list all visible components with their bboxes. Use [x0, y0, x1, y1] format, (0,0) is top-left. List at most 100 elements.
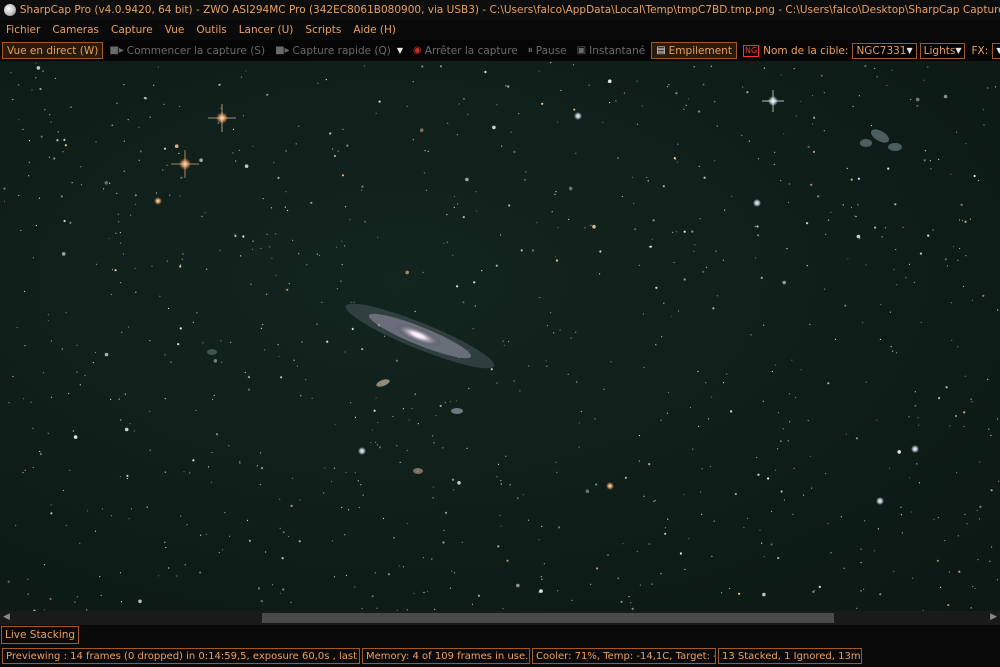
star-point [177, 343, 180, 346]
star-point [443, 242, 445, 244]
star-point [331, 480, 333, 482]
star-point [453, 206, 455, 208]
star-point [888, 467, 891, 469]
target-name-field[interactable]: NGC7331 ▼ [852, 42, 917, 59]
star-point [893, 570, 895, 572]
star-point [506, 559, 509, 562]
star-point [108, 237, 110, 240]
menu-lancer[interactable]: Lancer (U) [233, 24, 300, 36]
star-point [247, 388, 251, 391]
star-point [104, 352, 109, 357]
star-point [329, 132, 332, 135]
star-point [810, 183, 813, 186]
live-image-viewport[interactable] [0, 61, 1000, 611]
quick-capture-button[interactable]: ■▸ Capture rapide (Q) ▼ [271, 42, 407, 59]
star-point [402, 408, 404, 410]
star-point [786, 248, 788, 250]
star-point [527, 519, 530, 521]
star-point [937, 516, 939, 519]
star-point [609, 102, 611, 104]
scroll-right-icon[interactable]: ▶ [990, 612, 997, 622]
star-point [960, 203, 963, 206]
star-point [707, 418, 710, 420]
star-point [298, 540, 301, 543]
star-point [124, 393, 126, 395]
menu-outils[interactable]: Outils [190, 24, 232, 36]
tab-live-stacking[interactable]: Live Stacking [1, 626, 80, 644]
star-point [709, 465, 712, 468]
star-point [317, 82, 319, 84]
star-point [543, 563, 545, 565]
star-point [503, 344, 505, 347]
menu-scripts[interactable]: Scripts [299, 24, 347, 36]
star-point [414, 310, 416, 313]
star-point [80, 166, 82, 168]
star-point [919, 252, 923, 255]
star-point [654, 499, 657, 502]
menu-aide[interactable]: Aide (H) [347, 24, 402, 36]
star-point [743, 527, 745, 529]
star-point [492, 125, 496, 130]
star-point [938, 158, 940, 160]
stacking-button[interactable]: ▤ Empilement [651, 42, 737, 59]
star-point [651, 583, 653, 585]
star-point [746, 91, 749, 94]
star-point [997, 309, 999, 311]
star-point [651, 238, 653, 240]
star-point [38, 197, 41, 199]
star-point [683, 230, 686, 233]
menu-cameras[interactable]: Cameras [46, 24, 105, 36]
star-point [99, 576, 101, 578]
menu-fichier[interactable]: Fichier [0, 24, 46, 36]
start-capture-button[interactable]: ■▸ Commencer la capture (S) [105, 42, 269, 59]
star-point [27, 593, 29, 595]
stop-capture-button[interactable]: ◉ Arrêter la capture [409, 42, 522, 59]
star-point [688, 538, 690, 540]
star-point [423, 591, 425, 594]
scroll-left-icon[interactable]: ◀ [3, 612, 10, 622]
chevron-down-icon: ▼ [955, 46, 962, 55]
video-camera-icon: ■▸ [109, 45, 124, 56]
star-point [791, 359, 793, 361]
menu-vue[interactable]: Vue [159, 24, 191, 36]
live-view-button[interactable]: Vue en direct (W) [2, 42, 104, 59]
fx-select[interactable]: ▼ [992, 42, 1000, 59]
star-point [122, 253, 125, 255]
star-point [857, 204, 859, 206]
star-point [508, 204, 511, 207]
star-point [551, 211, 553, 213]
star-point [414, 393, 416, 395]
star-point [889, 311, 892, 313]
star-point [110, 293, 112, 296]
star-point [874, 67, 876, 69]
star-point [803, 494, 805, 496]
star-point [164, 354, 166, 356]
title-bar: SharpCap Pro (v4.0.9420, 64 bit) - ZWO A… [0, 0, 1000, 20]
star-point [636, 80, 638, 82]
pause-button[interactable]: ⏸ Pause [524, 42, 571, 59]
star-point [787, 201, 790, 204]
star-point [111, 124, 113, 126]
scrollbar-thumb[interactable] [262, 613, 834, 623]
snapshot-button[interactable]: ▣ Instantané [573, 42, 650, 59]
star-point [578, 422, 580, 424]
star-point [447, 122, 449, 124]
star-point [375, 397, 377, 399]
star-point [103, 188, 105, 190]
frame-type-select[interactable]: Lights ▼ [919, 42, 966, 59]
star-point [812, 150, 816, 153]
fx-label: FX: [971, 44, 989, 57]
star-point [421, 65, 424, 68]
star-point [149, 449, 151, 451]
star-point [281, 557, 284, 560]
star-point [461, 541, 463, 543]
star-point [119, 572, 122, 574]
menu-capture[interactable]: Capture [105, 24, 159, 36]
star-point [857, 177, 861, 180]
star-point [568, 186, 573, 191]
star-point [516, 583, 520, 588]
horizontal-scrollbar[interactable]: ◀ ▶ [0, 611, 1000, 625]
chevron-down-icon[interactable]: ▼ [397, 46, 403, 55]
star-point [964, 220, 967, 223]
star-point [949, 425, 951, 427]
